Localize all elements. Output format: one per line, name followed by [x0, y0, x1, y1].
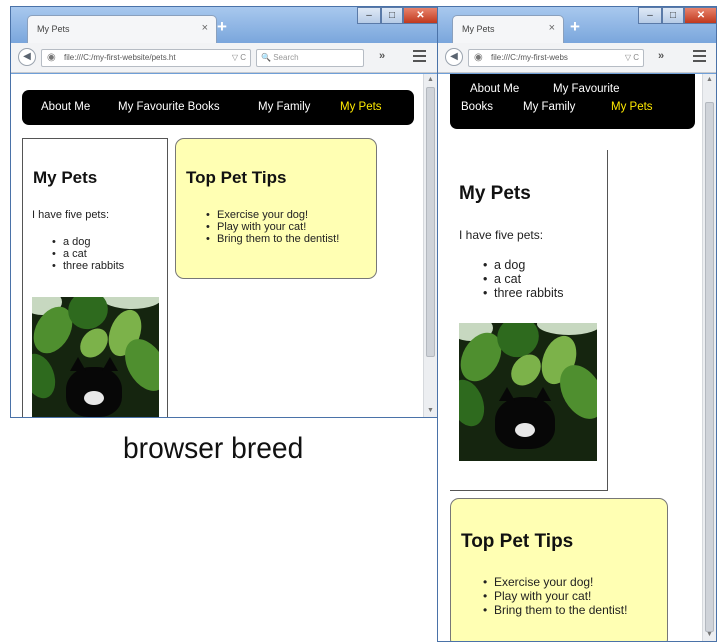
right-pets-heading: My Pets [459, 183, 531, 204]
left-new-tab-button[interactable]: + [217, 17, 227, 37]
left-tips-item: Play with your cat! [206, 221, 339, 233]
left-url-text: file:///C:/my-first-website/pets.ht [64, 53, 176, 62]
right-nav-favourite-books-line1[interactable]: My Favourite [553, 83, 619, 95]
left-globe-icon: ◉ [47, 52, 56, 63]
right-tips-item: Bring them to the dentist! [483, 603, 627, 617]
right-title-bar[interactable]: My Pets × + – □ ✕ [438, 7, 716, 43]
right-pets-item: three rabbits [483, 286, 563, 300]
caption-text: browser breed [123, 432, 304, 465]
right-pets-item: a dog [483, 258, 563, 272]
right-overflow-chevron-icon[interactable]: » [658, 50, 664, 62]
left-pets-item: a dog [52, 236, 124, 248]
right-back-arrow-icon[interactable]: ◀ [445, 48, 463, 66]
right-close-button[interactable]: ✕ [684, 7, 716, 24]
left-cat-face [66, 357, 122, 417]
right-url-controls[interactable]: ▽ C [625, 53, 639, 62]
left-cat-photo [32, 297, 159, 417]
right-tab-close-icon[interactable]: × [549, 22, 555, 34]
right-url-text: file:///C:/my-first-webs [491, 53, 568, 62]
right-scroll-up-icon[interactable]: ▲ [703, 74, 716, 86]
left-site-nav: About Me My Favourite Books My Family My… [22, 90, 414, 125]
left-url-bar[interactable]: ◉ file:///C:/my-first-website/pets.ht ▽ … [41, 49, 251, 67]
left-pets-item: three rabbits [52, 260, 124, 272]
right-cat-photo [459, 323, 597, 461]
right-pets-list: a dog a cat three rabbits [483, 258, 563, 300]
left-scroll-down-icon[interactable]: ▼ [424, 405, 437, 417]
left-tips-item: Bring them to the dentist! [206, 233, 339, 245]
left-search-placeholder: Search [273, 53, 299, 62]
left-overflow-chevron-icon[interactable]: » [379, 50, 385, 62]
left-back-arrow-icon[interactable]: ◀ [18, 48, 36, 66]
left-nav-favourite-books[interactable]: My Favourite Books [118, 101, 220, 113]
left-tab-title: My Pets [37, 24, 70, 34]
left-pets-item: a cat [52, 248, 124, 260]
left-pets-section: My Pets I have five pets: a dog a cat th… [22, 138, 168, 417]
left-search-box[interactable]: 🔍 Search [256, 49, 364, 67]
right-tab-my-pets[interactable]: My Pets × [452, 15, 564, 43]
left-maximize-button[interactable]: □ [381, 7, 403, 24]
left-nav-about-me[interactable]: About Me [41, 101, 90, 113]
left-tips-heading: Top Pet Tips [186, 168, 287, 187]
left-close-button[interactable]: ✕ [403, 7, 437, 24]
left-tips-list: Exercise your dog! Play with your cat! B… [206, 209, 339, 245]
right-tips-heading: Top Pet Tips [461, 531, 574, 552]
right-scroll-down-icon[interactable]: ▼ [703, 629, 716, 641]
right-scroll-thumb[interactable] [705, 102, 714, 632]
left-browser-window: My Pets × + – □ ✕ ◀ ◉ file:///C:/my-firs… [10, 6, 438, 418]
left-menu-hamburger-icon[interactable] [413, 50, 426, 62]
right-tips-list: Exercise your dog! Play with your cat! B… [483, 575, 627, 617]
right-browser-window: My Pets × + – □ ✕ ◀ ◉ file:///C:/my-firs… [437, 6, 717, 642]
left-search-icon: 🔍 [261, 53, 271, 62]
right-nav-toolbar: ◀ ◉ file:///C:/my-first-webs ▽ C » [438, 43, 716, 73]
right-pets-intro: I have five pets: [459, 228, 544, 242]
right-url-bar[interactable]: ◉ file:///C:/my-first-webs ▽ C [468, 49, 644, 67]
left-tips-item: Exercise your dog! [206, 209, 339, 221]
left-scroll-thumb[interactable] [426, 87, 435, 357]
left-page-content: About Me My Favourite Books My Family My… [11, 74, 437, 417]
left-vertical-scrollbar[interactable]: ▲ ▼ [423, 74, 437, 417]
right-nav-my-pets[interactable]: My Pets [611, 101, 653, 113]
right-site-nav: About Me My Favourite Books My Family My… [450, 74, 695, 129]
right-maximize-button[interactable]: □ [662, 7, 684, 24]
left-title-bar[interactable]: My Pets × + – □ ✕ [11, 7, 437, 43]
left-pets-heading: My Pets [33, 168, 98, 187]
left-nav-my-family[interactable]: My Family [258, 101, 310, 113]
right-menu-hamburger-icon[interactable] [693, 50, 706, 62]
right-cat-face [495, 387, 555, 449]
left-nav-my-pets[interactable]: My Pets [340, 101, 382, 113]
right-nav-my-family[interactable]: My Family [523, 101, 575, 113]
left-pets-list: a dog a cat three rabbits [52, 236, 124, 272]
left-scroll-up-icon[interactable]: ▲ [424, 74, 437, 86]
left-tab-close-icon[interactable]: × [202, 22, 208, 34]
right-tips-box: Top Pet Tips Exercise your dog! Play wit… [450, 498, 668, 641]
right-nav-about-me[interactable]: About Me [470, 83, 519, 95]
left-pets-intro: I have five pets: [32, 209, 110, 221]
right-vertical-scrollbar[interactable]: ▲ ▼ [702, 74, 716, 641]
right-tab-title: My Pets [462, 24, 495, 34]
right-pets-section: My Pets I have five pets: a dog a cat th… [450, 150, 608, 491]
left-url-controls[interactable]: ▽ C [232, 53, 246, 62]
right-new-tab-button[interactable]: + [570, 17, 580, 37]
right-tips-item: Exercise your dog! [483, 575, 627, 589]
right-page-content: About Me My Favourite Books My Family My… [438, 74, 716, 641]
right-globe-icon: ◉ [474, 52, 483, 63]
left-nav-toolbar: ◀ ◉ file:///C:/my-first-website/pets.ht … [11, 43, 437, 73]
left-tab-my-pets[interactable]: My Pets × [27, 15, 217, 43]
right-nav-favourite-books-line2[interactable]: Books [461, 101, 493, 113]
right-pets-item: a cat [483, 272, 563, 286]
right-tips-item: Play with your cat! [483, 589, 627, 603]
left-minimize-button[interactable]: – [357, 7, 381, 24]
left-tips-box: Top Pet Tips Exercise your dog! Play wit… [175, 138, 377, 279]
right-minimize-button[interactable]: – [638, 7, 662, 24]
